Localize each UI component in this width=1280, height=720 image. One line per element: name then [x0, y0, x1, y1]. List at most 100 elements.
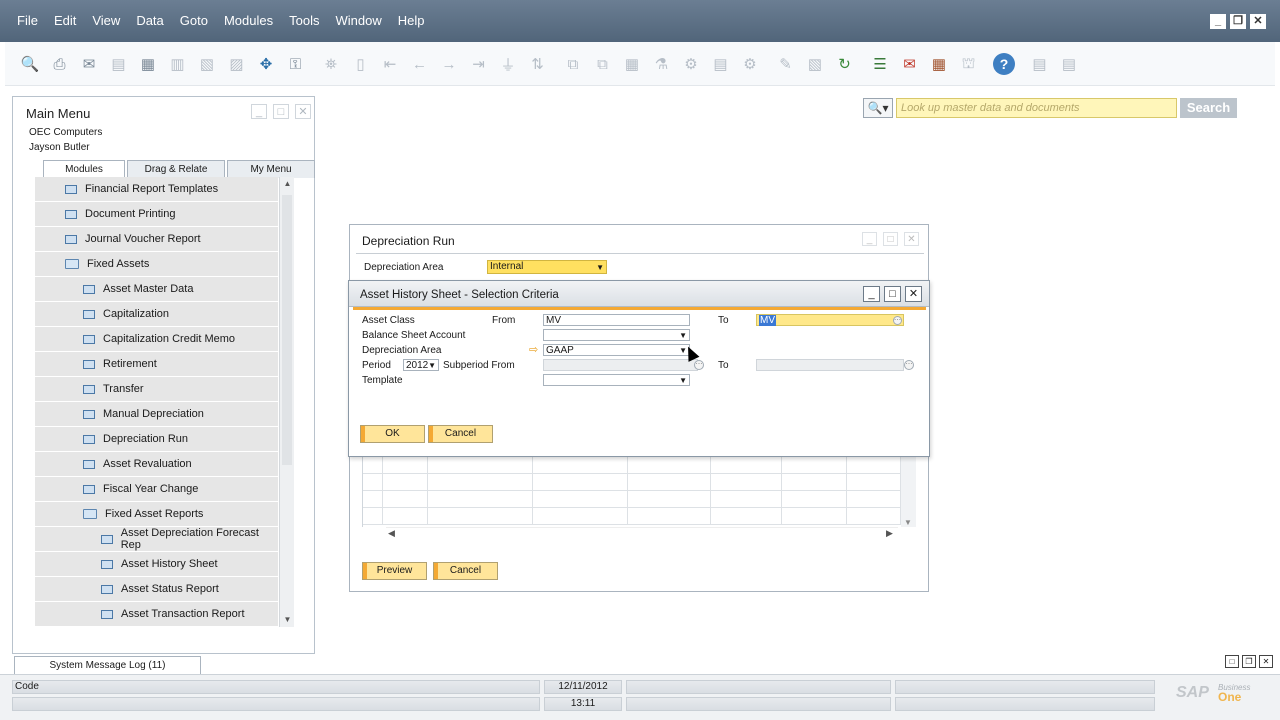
preview-button[interactable]: Preview	[362, 562, 427, 580]
asset-class-to-input[interactable]: MV ⋯	[756, 314, 904, 326]
sidebar-item[interactable]: Retirement	[35, 352, 278, 377]
lookup-icon[interactable]: ⋯	[694, 360, 704, 370]
depreciation-area-select[interactable]: GAAP ▼	[543, 344, 690, 356]
grid-vertical-scrollbar[interactable]: ▼	[901, 457, 916, 527]
sidebar-item[interactable]: Asset Transaction Report	[35, 602, 278, 627]
minimize-icon[interactable]: _	[1210, 14, 1226, 29]
sidebar-item[interactable]: Asset Revaluation	[35, 452, 278, 477]
refresh-icon[interactable]: ↻	[834, 53, 856, 75]
close-icon[interactable]: ✕	[904, 232, 919, 246]
notes-icon[interactable]: ▤	[1029, 53, 1051, 75]
scroll-up-icon[interactable]: ▲	[280, 177, 295, 191]
lookup-icon[interactable]: ⋯	[904, 360, 914, 370]
close-icon[interactable]: ✕	[1259, 655, 1273, 668]
layout-icon[interactable]: ▤	[710, 53, 732, 75]
balance-sheet-select[interactable]: ▼	[543, 329, 690, 341]
restore-icon[interactable]: ❐	[1230, 14, 1246, 29]
template-select[interactable]: ▼	[543, 374, 690, 386]
target-document-icon[interactable]: ⧉	[592, 53, 614, 75]
print-preview-icon[interactable]: 🔍	[19, 53, 41, 75]
menu-data[interactable]: Data	[136, 13, 163, 28]
next-record-icon[interactable]: →	[438, 53, 460, 75]
add-icon[interactable]: ▯	[350, 53, 372, 75]
depreciation-area-select[interactable]: Internal ▼	[487, 260, 607, 274]
drill-icon[interactable]: ⚗	[651, 53, 673, 75]
menu-help[interactable]: Help	[398, 13, 425, 28]
sidebar-item[interactable]: Asset Status Report	[35, 577, 278, 602]
edit-icon[interactable]: ✎	[775, 53, 797, 75]
scroll-left-icon[interactable]: ◀	[388, 528, 395, 539]
sidebar-item[interactable]: Asset Depreciation Forecast Rep	[35, 527, 278, 552]
sidebar-item[interactable]: Document Printing	[35, 202, 278, 227]
lookup-icon[interactable]: ⋯	[893, 316, 902, 325]
email-icon[interactable]: ✉	[78, 53, 100, 75]
scroll-right-icon[interactable]: ▶	[886, 528, 893, 539]
base-document-icon[interactable]: ⧉	[562, 53, 584, 75]
cancel-button[interactable]: Cancel	[428, 425, 493, 443]
menu-window[interactable]: Window	[335, 13, 381, 28]
form-settings-icon[interactable]: ⚙	[739, 53, 761, 75]
last-record-icon[interactable]: ⇥	[468, 53, 490, 75]
close-icon[interactable]: ✕	[1250, 14, 1266, 29]
minimize-icon[interactable]: _	[863, 286, 880, 302]
alert-icon[interactable]: ✉	[899, 53, 921, 75]
settings-icon[interactable]: ⚙	[680, 53, 702, 75]
export-word-icon[interactable]: ▤	[108, 53, 130, 75]
link-arrow-icon[interactable]: ⇨	[529, 343, 538, 356]
first-record-icon[interactable]: ⇤	[379, 53, 401, 75]
tab-drag-relate[interactable]: Drag & Relate	[127, 160, 225, 178]
menu-edit[interactable]: Edit	[54, 13, 76, 28]
menu-modules[interactable]: Modules	[224, 13, 273, 28]
sidebar-item[interactable]: Asset Master Data	[35, 277, 278, 302]
browse-arrows-icon[interactable]: ✥	[255, 53, 277, 75]
save-document-icon[interactable]: ▧	[196, 53, 218, 75]
sidebar-item[interactable]: Journal Voucher Report	[35, 227, 278, 252]
menu-view[interactable]: View	[92, 13, 120, 28]
sidebar-item[interactable]: Depreciation Run	[35, 427, 278, 452]
main-menu-scrollbar[interactable]: ▲ ▼	[279, 177, 294, 627]
help-icon[interactable]: ?	[993, 53, 1015, 75]
report-icon[interactable]: ▦	[621, 53, 643, 75]
filter-icon[interactable]: ⏚	[497, 53, 519, 75]
find-icon[interactable]: ⛯	[320, 53, 342, 75]
sidebar-item[interactable]: Fiscal Year Change	[35, 477, 278, 502]
grid-horizontal-scrollbar[interactable]: ◀ ▶	[386, 527, 898, 541]
print-icon[interactable]: ⎙	[49, 53, 71, 75]
close-icon[interactable]: ✕	[905, 286, 922, 302]
calendar-icon[interactable]: ▦	[928, 53, 950, 75]
cancel-button[interactable]: Cancel	[433, 562, 498, 580]
search-button[interactable]: Search	[1180, 98, 1237, 118]
scroll-down-icon[interactable]: ▼	[280, 613, 295, 627]
ok-button[interactable]: OK	[360, 425, 425, 443]
dialog-titlebar[interactable]: Asset History Sheet - Selection Criteria…	[349, 281, 929, 307]
sidebar-item[interactable]: Capitalization	[35, 302, 278, 327]
clipboard-icon[interactable]: ▤	[1058, 53, 1080, 75]
menu-tools[interactable]: Tools	[289, 13, 319, 28]
sidebar-item[interactable]: Financial Report Templates	[35, 177, 278, 202]
maximize-icon[interactable]: □	[1225, 655, 1239, 668]
sort-icon[interactable]: ⇅	[527, 53, 549, 75]
sidebar-item[interactable]: Transfer	[35, 377, 278, 402]
journal-icon[interactable]: ☰	[869, 53, 891, 75]
export-excel-icon[interactable]: ▦	[137, 53, 159, 75]
search-input[interactable]: Look up master data and documents	[896, 98, 1177, 118]
maximize-icon[interactable]: □	[884, 286, 901, 302]
menu-file[interactable]: File	[17, 13, 38, 28]
menu-goto[interactable]: Goto	[180, 13, 208, 28]
subperiod-from-input[interactable]	[543, 359, 698, 371]
structure-icon[interactable]: ⛫	[958, 53, 980, 75]
sidebar-item[interactable]: Manual Depreciation	[35, 402, 278, 427]
minimize-icon[interactable]: _	[862, 232, 877, 246]
document-generate-icon[interactable]: ▨	[226, 53, 248, 75]
tab-my-menu[interactable]: My Menu	[227, 160, 315, 178]
maximize-icon[interactable]: □	[883, 232, 898, 246]
lock-icon[interactable]: ⚿	[285, 53, 307, 75]
sidebar-item[interactable]: Capitalization Credit Memo	[35, 327, 278, 352]
sidebar-item[interactable]: Fixed Assets	[35, 252, 278, 277]
scroll-down-icon[interactable]: ▼	[904, 518, 912, 527]
minimize-icon[interactable]: _	[251, 104, 267, 119]
export-pdf-icon[interactable]: ▥	[167, 53, 189, 75]
asset-class-from-input[interactable]: MV	[543, 314, 690, 326]
sidebar-item[interactable]: Asset History Sheet	[35, 552, 278, 577]
system-message-log-tab[interactable]: System Message Log (11)	[14, 656, 201, 674]
